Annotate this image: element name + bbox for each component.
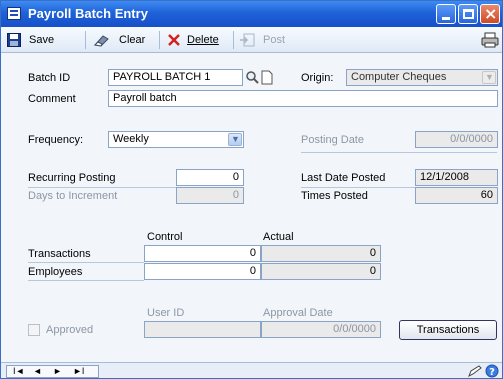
transactions-row-label: Transactions xyxy=(28,248,91,260)
toolbar-separator xyxy=(233,31,234,49)
toolbar-separator xyxy=(85,31,86,49)
comment-input[interactable]: Payroll batch xyxy=(108,90,498,107)
transactions-control-input[interactable]: 0 xyxy=(144,245,261,262)
record-navigation: I◄ ◄ ► ►I xyxy=(6,365,99,378)
eraser-icon xyxy=(93,35,109,47)
frequency-label: Frequency: xyxy=(28,134,84,146)
first-record-button[interactable]: I◄ xyxy=(13,366,24,377)
divider xyxy=(301,152,497,153)
employees-actual-value: 0 xyxy=(261,263,381,280)
toolbar: Save Clear Delete Post xyxy=(1,27,502,53)
frequency-dropdown[interactable]: Weekly ▼ xyxy=(108,131,244,148)
clear-label: Clear xyxy=(119,34,146,46)
maximize-button[interactable] xyxy=(458,4,478,24)
origin-value: Computer Cheques xyxy=(351,71,447,83)
frequency-value: Weekly xyxy=(113,133,149,145)
days-to-increment-input[interactable]: 0 xyxy=(176,187,244,204)
comment-label: Comment xyxy=(28,93,76,105)
save-label: Save xyxy=(29,34,55,46)
divider xyxy=(28,262,144,263)
bottom-status-bar: I◄ ◄ ► ►I ? xyxy=(1,362,502,378)
approval-date-label: Approval Date xyxy=(263,307,333,319)
save-button[interactable]: Save xyxy=(7,32,55,48)
floppy-disk-icon xyxy=(7,33,21,47)
delete-x-icon xyxy=(168,34,180,46)
origin-dropdown-button[interactable]: ▼ xyxy=(482,71,496,84)
transactions-button[interactable]: Transactions xyxy=(399,320,497,340)
recurring-posting-input[interactable]: 0 xyxy=(176,169,244,186)
close-icon: × xyxy=(484,4,498,23)
divider xyxy=(28,187,176,188)
origin-dropdown[interactable]: Computer Cheques ▼ xyxy=(346,69,498,86)
employees-row-label: Employees xyxy=(28,266,83,278)
frequency-dropdown-button[interactable]: ▼ xyxy=(228,133,242,146)
print-icon[interactable] xyxy=(481,32,499,48)
help-icon[interactable]: ? xyxy=(485,364,499,378)
note-pencil-icon[interactable] xyxy=(467,364,483,378)
user-id-input[interactable] xyxy=(144,321,261,338)
window-title: Payroll Batch Entry xyxy=(28,6,148,21)
employees-control-input[interactable]: 0 xyxy=(144,263,261,280)
batch-id-input[interactable]: PAYROLL BATCH 1 xyxy=(108,69,243,86)
posting-date-label: Posting Date xyxy=(301,134,364,146)
lookup-magnifier-icon[interactable] xyxy=(245,70,259,85)
delete-label: Delete xyxy=(187,34,219,46)
transactions-actual-value: 0 xyxy=(261,245,381,262)
delete-button[interactable]: Delete xyxy=(167,32,227,48)
payroll-batch-entry-window: Payroll Batch Entry × Save Clear Delete … xyxy=(0,0,503,379)
posting-date-input[interactable]: 0/0/0000 xyxy=(415,131,498,148)
title-bar[interactable]: Payroll Batch Entry × xyxy=(1,1,502,27)
close-button[interactable]: × xyxy=(480,4,500,24)
approval-date-input[interactable]: 0/0/0000 xyxy=(261,321,381,338)
recurring-posting-label: Recurring Posting xyxy=(28,172,116,184)
new-note-icon[interactable] xyxy=(261,70,273,85)
previous-record-button[interactable]: ◄ xyxy=(33,366,42,377)
svg-text:?: ? xyxy=(489,367,495,378)
chevron-down-icon: ▼ xyxy=(485,72,494,82)
last-date-posted-value: 12/1/2008 xyxy=(415,169,498,186)
chevron-down-icon: ▼ xyxy=(231,134,240,144)
user-id-label: User ID xyxy=(147,307,185,319)
times-posted-value: 60 xyxy=(415,187,498,204)
maximize-icon xyxy=(463,9,474,19)
origin-label: Origin: xyxy=(301,72,334,84)
control-column-header: Control xyxy=(147,231,183,243)
last-date-posted-label: Last Date Posted xyxy=(301,172,386,184)
batch-id-label: Batch ID xyxy=(28,72,71,84)
next-record-button[interactable]: ► xyxy=(53,366,62,377)
toolbar-separator xyxy=(159,31,160,49)
minimize-icon xyxy=(442,17,450,20)
times-posted-label: Times Posted xyxy=(301,190,368,202)
approved-checkbox[interactable] xyxy=(28,324,40,336)
post-button[interactable]: Post xyxy=(239,32,289,48)
post-icon xyxy=(240,33,255,47)
clear-button[interactable]: Clear xyxy=(93,32,147,48)
divider xyxy=(301,187,415,188)
divider xyxy=(28,280,144,281)
form-window-icon xyxy=(7,7,21,20)
last-record-button[interactable]: ►I xyxy=(73,366,84,377)
days-to-increment-label: Days to Increment xyxy=(28,190,118,202)
approved-label: Approved xyxy=(46,324,94,336)
minimize-button[interactable] xyxy=(436,4,456,24)
actual-column-header: Actual xyxy=(263,231,294,243)
post-label: Post xyxy=(263,34,286,46)
